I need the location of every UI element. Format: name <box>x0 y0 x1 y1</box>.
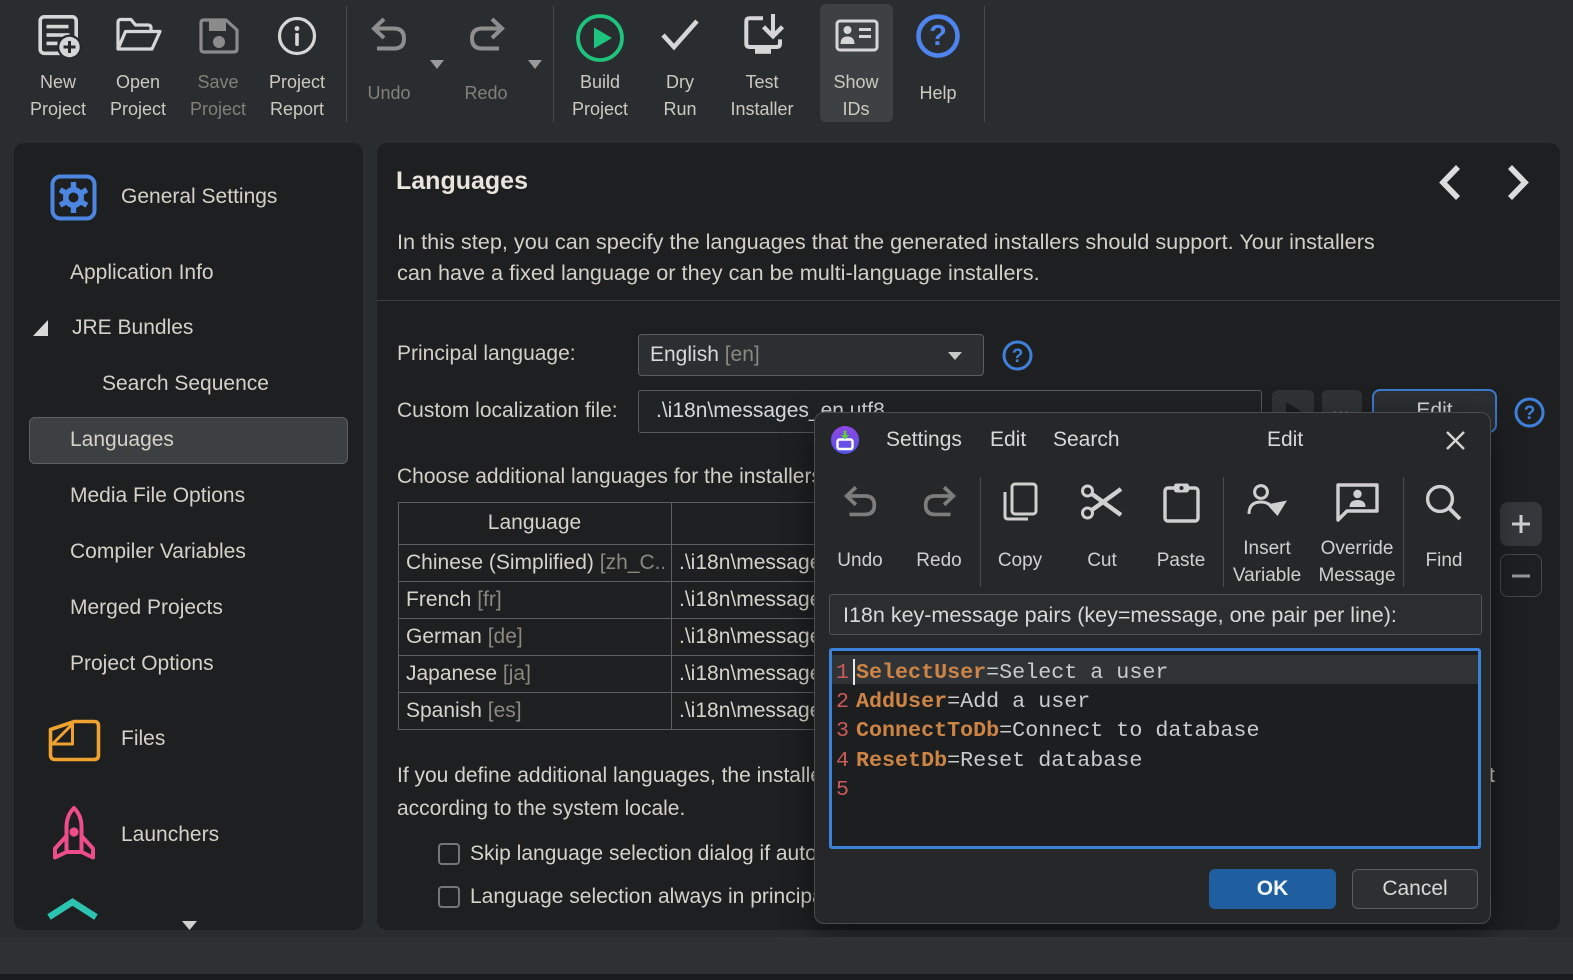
svg-text:?: ? <box>1012 346 1024 367</box>
svg-text:?: ? <box>929 20 947 52</box>
svg-text:?: ? <box>1524 403 1536 424</box>
